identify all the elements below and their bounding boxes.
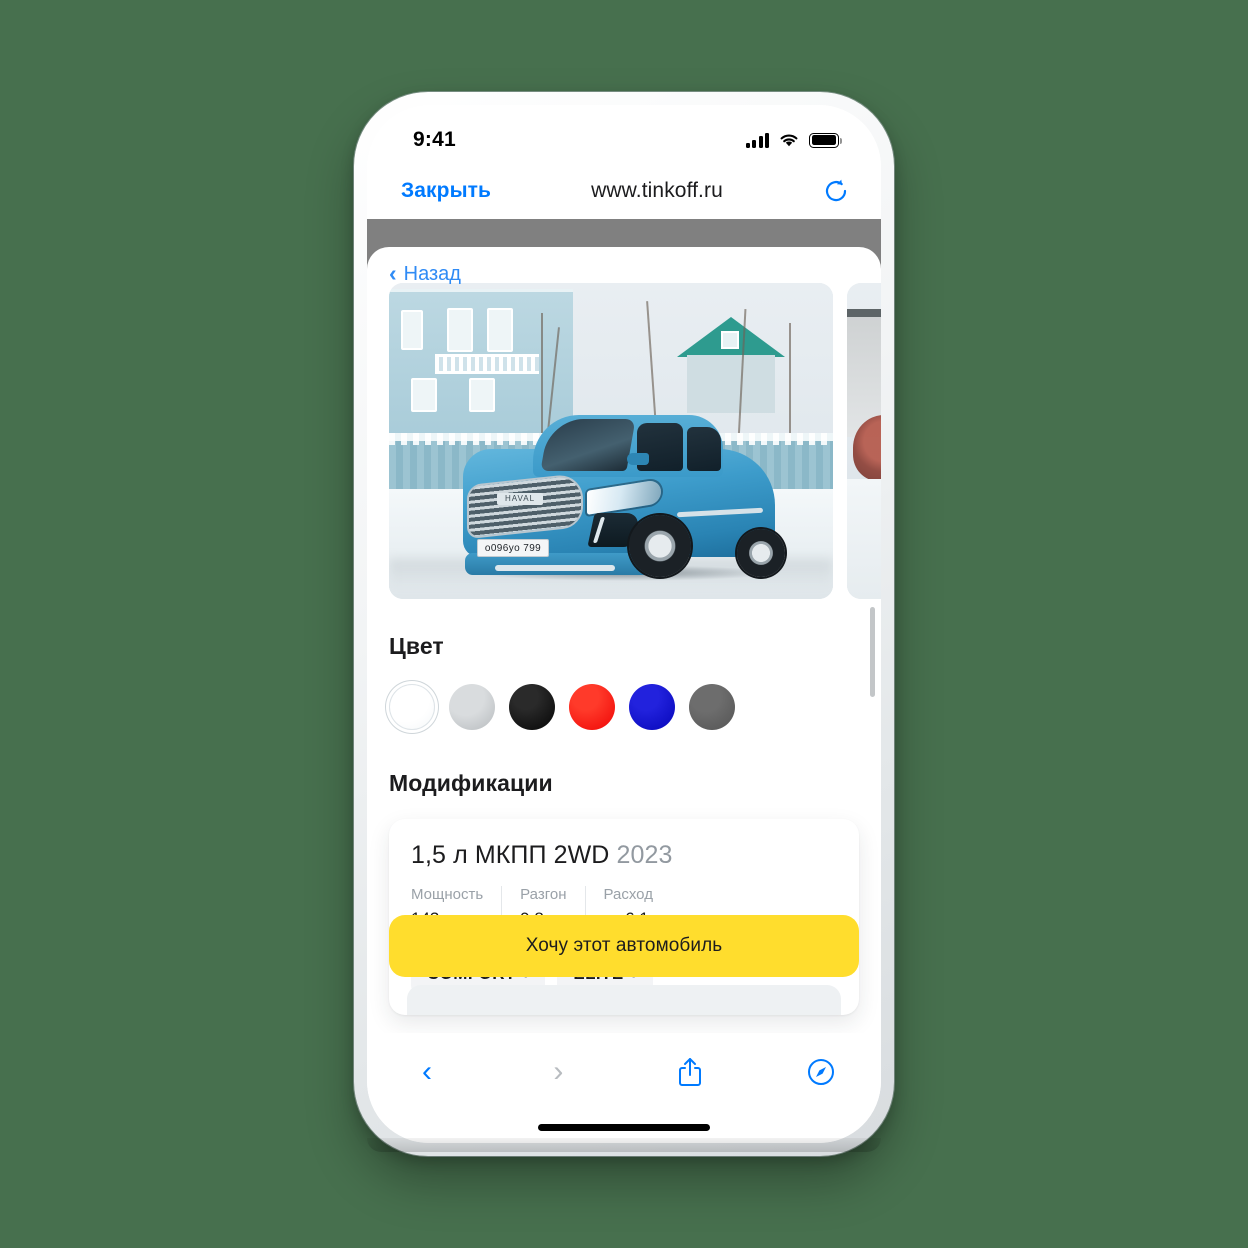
url-display[interactable]: www.tinkoff.ru: [491, 179, 823, 203]
page-scroll-container: ‹ Назад HAVAL o096yo 799 Цвет Модификаци…: [367, 247, 881, 1033]
gallery-photo-main[interactable]: HAVAL o096yo 799: [389, 283, 833, 599]
page-scrollbar[interactable]: [870, 607, 875, 697]
modifications-title: Модификации: [389, 770, 553, 796]
cta-container: Хочу этот автомобиль: [389, 915, 859, 977]
status-bar-time: 9:41: [413, 128, 456, 151]
reload-icon[interactable]: [823, 178, 849, 204]
car-illustration: HAVAL o096yo 799: [441, 405, 791, 581]
share-icon: [678, 1058, 701, 1086]
browser-chrome-band: [367, 219, 881, 247]
wifi-icon: [780, 134, 798, 147]
color-swatch-blue[interactable]: [629, 684, 675, 730]
back-link-label: Назад: [403, 263, 461, 285]
modifications-section: Модификации: [367, 770, 881, 797]
chevron-right-icon: ›: [553, 1055, 564, 1088]
next-modification-card-peek[interactable]: [407, 985, 841, 1015]
spec-consumption-label: Расход: [603, 886, 653, 903]
tabs-button[interactable]: [803, 1054, 839, 1090]
home-indicator-area: [367, 1111, 881, 1143]
license-plate: o096yo 799: [477, 539, 549, 557]
browser-forward-button: ›: [540, 1054, 576, 1090]
modification-year: 2023: [616, 841, 673, 869]
color-swatch-row: [389, 684, 859, 730]
want-this-car-button[interactable]: Хочу этот автомобиль: [389, 915, 859, 977]
modification-name-row: 1,5 л МКПП 2WD 2023: [411, 841, 837, 870]
battery-icon: [809, 132, 843, 148]
browser-toolbar: ‹ ›: [367, 1033, 881, 1111]
signal-bars-icon: [745, 132, 769, 148]
spec-acceleration-label: Разгон: [520, 886, 567, 903]
back-link[interactable]: ‹ Назад: [389, 260, 461, 286]
color-swatch-silver[interactable]: [449, 684, 495, 730]
color-swatch-red[interactable]: [569, 684, 615, 730]
chevron-left-icon: ‹: [389, 260, 397, 286]
home-indicator[interactable]: [538, 1123, 710, 1131]
photo-house-right: [677, 317, 785, 413]
browser-address-bar: Закрыть www.tinkoff.ru: [367, 163, 881, 219]
car-brand-badge: HAVAL: [497, 493, 543, 505]
web-viewport: ‹ Назад HAVAL o096yo 799 Цвет Модификаци…: [367, 247, 881, 1033]
status-bar-indicators: [745, 132, 843, 148]
gallery-photo-next[interactable]: [847, 283, 881, 599]
photo-gallery[interactable]: HAVAL o096yo 799: [367, 247, 881, 599]
compass-icon: [807, 1059, 834, 1085]
share-button[interactable]: [672, 1054, 708, 1090]
color-swatch-white[interactable]: [389, 684, 435, 730]
chevron-left-icon: ‹: [422, 1055, 432, 1088]
color-swatch-grey[interactable]: [689, 684, 735, 730]
web-page: ‹ Назад HAVAL o096yo 799 Цвет Модификаци…: [367, 247, 881, 1033]
status-bar: 9:41: [367, 105, 881, 163]
browser-back-button[interactable]: ‹: [409, 1054, 445, 1090]
color-swatch-black[interactable]: [509, 684, 555, 730]
color-section-title: Цвет: [389, 633, 444, 659]
spec-power-label: Мощность: [411, 886, 484, 903]
phone-frame: 9:41 Закрыть www.tinkoff.ru ‹ Назад HAVA…: [354, 92, 894, 1156]
color-section: Цвет: [367, 633, 881, 730]
close-browser-button[interactable]: Закрыть: [401, 179, 491, 203]
phone-screen: 9:41 Закрыть www.tinkoff.ru ‹ Назад HAVA…: [367, 105, 881, 1143]
modification-name: 1,5 л МКПП 2WD: [411, 841, 610, 869]
